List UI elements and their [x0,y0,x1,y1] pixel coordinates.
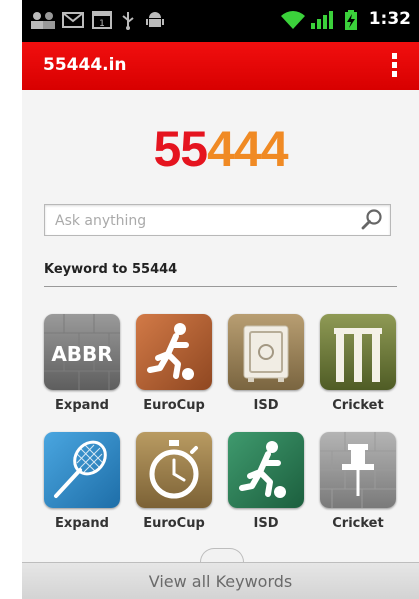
mail-icon [62,12,84,28]
keyword-tile-eurocup-2[interactable]: EuroCup [136,432,212,532]
keyword-tile-expand[interactable]: ABBR Expand [44,314,120,414]
tile-image [228,432,304,508]
keyword-tile-expand-2[interactable]: Expand [44,432,120,532]
search-input[interactable] [53,205,357,237]
tile-label: Expand [55,516,109,531]
tile-label: Cricket [332,398,384,413]
pushpin-icon [320,432,396,508]
overflow-menu-button[interactable] [377,48,411,82]
overflow-menu-dot [392,71,397,77]
keyword-tile-cricket-2[interactable]: Cricket [320,432,396,532]
cricket-wicket-icon [320,314,396,390]
app-title: 55444.in [43,55,127,75]
status-time: 1:32 [368,9,411,29]
svg-text:1: 1 [99,19,105,29]
calendar-icon: 1 [92,11,112,29]
section-divider [44,286,397,287]
android-icon [146,12,164,27]
abbr-icon: ABBR [44,314,120,390]
tile-label: Expand [55,398,109,413]
view-all-keywords-bar[interactable]: View all Keywords [22,562,419,599]
wifi-icon [281,11,305,29]
logo-part-1: 55 [153,121,208,177]
tile-image [136,432,212,508]
overflow-menu-icon [392,53,397,59]
phone-screen: 1 1:32 55444.in 55444 Ask anything Keywo… [22,0,419,599]
keyword-tile-isd[interactable]: ISD [228,314,304,414]
tile-image [228,314,304,390]
tile-label: ISD [253,398,279,413]
search-box[interactable] [44,204,391,237]
usb-icon [122,12,134,30]
people-icon [31,12,55,29]
tile-label: ISD [253,516,279,531]
signal-icon [311,11,333,29]
section-title: Keyword to 55444 [44,262,178,277]
logo: 55444 [22,120,419,178]
tile-image [44,432,120,508]
action-bar: 55444.in [22,42,419,90]
status-bar: 1 1:32 [22,0,419,42]
badminton-racket-icon [44,432,120,508]
tile-image [320,432,396,508]
overflow-menu-dot [392,62,397,68]
soccer-player-icon [228,432,304,508]
tile-label: EuroCup [143,516,205,531]
abbr-badge-text: ABBR [51,342,112,366]
keyword-tile-eurocup[interactable]: EuroCup [136,314,212,414]
safe-icon [228,314,304,390]
keyword-tile-cricket[interactable]: Cricket [320,314,396,414]
tile-label: EuroCup [143,398,205,413]
keyword-tile-isd-2[interactable]: ISD [228,432,304,532]
tile-image: ABBR [44,314,120,390]
tile-image [136,314,212,390]
tile-image [320,314,396,390]
logo-part-2: 444 [207,121,288,177]
battery-charging-icon [345,10,357,30]
stopwatch-icon [136,432,212,508]
soccer-player-icon [136,314,212,390]
view-all-keywords-button[interactable]: View all Keywords [22,572,419,591]
tile-label: Cricket [332,516,384,531]
search-icon[interactable] [360,208,384,232]
